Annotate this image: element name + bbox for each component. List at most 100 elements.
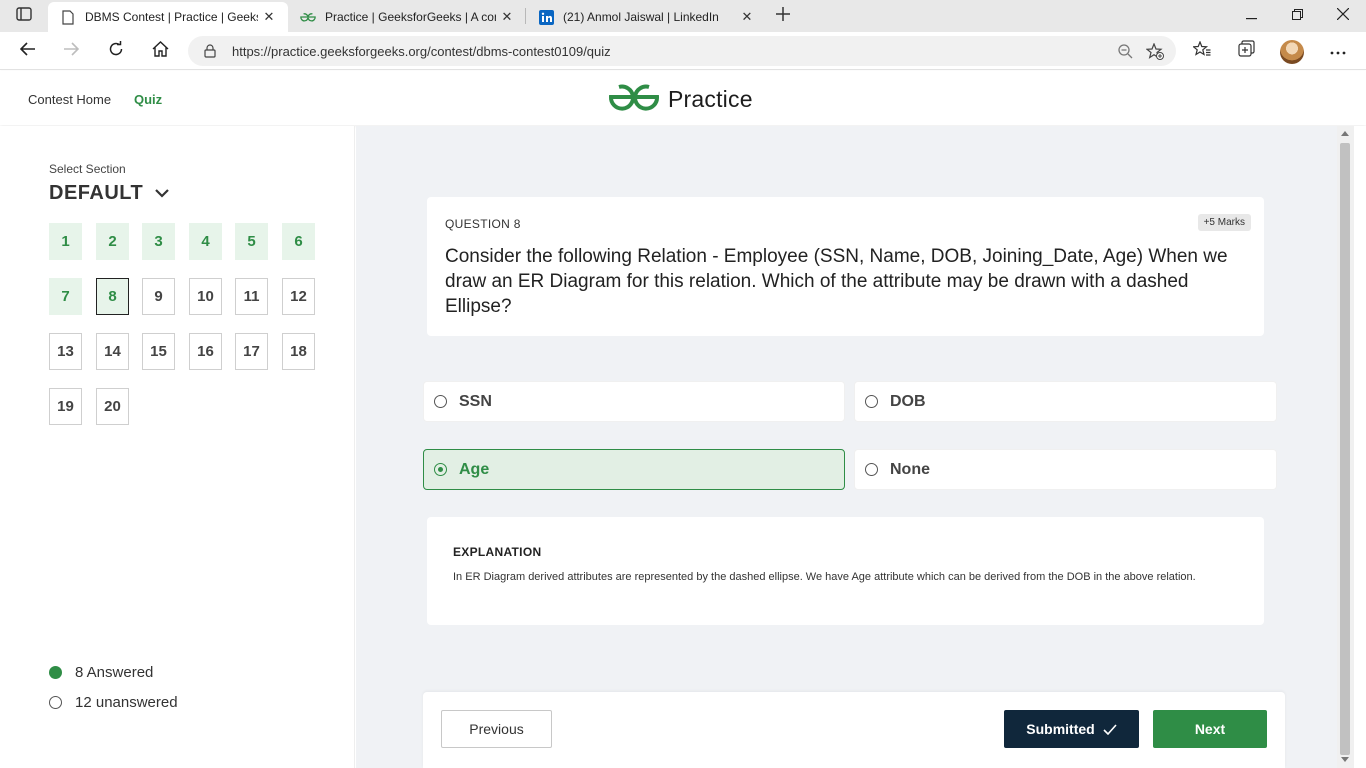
question-button-8[interactable]: 8 (96, 278, 129, 315)
collections-icon (1237, 40, 1255, 62)
option-ssn[interactable]: SSN (423, 381, 845, 422)
refresh-icon (108, 40, 124, 62)
unanswered-dot-icon (49, 696, 62, 709)
chevron-down-icon (155, 189, 170, 198)
question-button-4[interactable]: 4 (189, 223, 222, 260)
forward-button[interactable] (57, 37, 85, 65)
page-edge (1354, 126, 1366, 768)
question-button-11[interactable]: 11 (235, 278, 268, 315)
tab-linkedin[interactable]: (21) Anmol Jaiswal | LinkedIn ✕ (526, 2, 766, 32)
gfg-logo-icon (608, 83, 660, 116)
option-dob[interactable]: DOB (854, 381, 1277, 422)
question-card: QUESTION 8 +5 Marks Consider the followi… (427, 197, 1264, 336)
settings-menu-button[interactable] (1324, 37, 1352, 65)
scroll-thumb[interactable] (1340, 143, 1350, 755)
close-tab-icon[interactable]: ✕ (736, 6, 758, 28)
close-icon (1336, 7, 1350, 25)
option-none[interactable]: None (854, 449, 1277, 490)
minimize-button[interactable] (1228, 0, 1274, 32)
linkedin-icon (538, 9, 554, 25)
question-button-7[interactable]: 7 (49, 278, 82, 315)
question-button-3[interactable]: 3 (142, 223, 175, 260)
question-button-20[interactable]: 20 (96, 388, 129, 425)
more-options-icon (1330, 42, 1346, 60)
tab-actions-button[interactable] (0, 0, 48, 32)
add-favorite-icon[interactable] (1140, 36, 1170, 66)
plus-icon (776, 6, 790, 26)
favorites-icon (1191, 39, 1211, 62)
question-button-9[interactable]: 9 (142, 278, 175, 315)
tab-title: (21) Anmol Jaiswal | LinkedIn (563, 10, 719, 24)
home-icon (152, 40, 169, 62)
lock-icon[interactable] (202, 43, 218, 59)
answered-legend: 8 Answered (49, 664, 153, 681)
question-sidebar: Select Section DEFAULT 1 2 3 4 5 6 7 8 9… (0, 126, 355, 768)
question-button-17[interactable]: 17 (235, 333, 268, 370)
question-button-6[interactable]: 6 (282, 223, 315, 260)
back-button[interactable] (14, 37, 42, 65)
home-button[interactable] (146, 37, 174, 65)
question-button-1[interactable]: 1 (49, 223, 82, 260)
section-selector[interactable]: DEFAULT (49, 182, 170, 205)
minimize-icon (1245, 7, 1257, 25)
brand-name: Practice (668, 86, 753, 112)
close-window-button[interactable] (1320, 0, 1366, 32)
tab-actions-icon (16, 6, 32, 26)
new-tab-button[interactable] (771, 4, 795, 28)
option-age[interactable]: Age (423, 449, 845, 490)
option-label: None (890, 460, 930, 478)
document-icon (60, 9, 76, 25)
submitted-button[interactable]: Submitted (1004, 710, 1139, 748)
radio-icon (434, 395, 447, 408)
scroll-down-icon[interactable] (1341, 757, 1349, 762)
quiz-footer: Previous Submitted Next (423, 692, 1285, 768)
radio-icon (865, 463, 878, 476)
previous-button[interactable]: Previous (441, 710, 552, 748)
question-button-14[interactable]: 14 (96, 333, 129, 370)
option-label: DOB (890, 392, 926, 410)
submitted-label: Submitted (1026, 721, 1095, 737)
question-button-13[interactable]: 13 (49, 333, 82, 370)
question-button-2[interactable]: 2 (96, 223, 129, 260)
forward-arrow-icon (63, 41, 80, 61)
site-header: Contest Home Quiz Practice (0, 71, 1366, 125)
answered-dot-icon (49, 666, 62, 679)
question-button-10[interactable]: 10 (189, 278, 222, 315)
option-label: Age (459, 460, 490, 478)
restore-button[interactable] (1274, 0, 1320, 32)
section-name: DEFAULT (49, 182, 144, 204)
radio-icon (865, 395, 878, 408)
nav-contest-home[interactable]: Contest Home (28, 92, 111, 107)
close-tab-icon[interactable]: ✕ (258, 6, 280, 28)
collections-button[interactable] (1232, 37, 1260, 65)
refresh-button[interactable] (102, 37, 130, 65)
question-button-12[interactable]: 12 (282, 278, 315, 315)
tab-title: Practice | GeeksforGeeks | A computer sc… (325, 10, 496, 24)
scroll-up-icon[interactable] (1341, 131, 1349, 136)
close-tab-icon[interactable]: ✕ (496, 6, 518, 28)
browser-address-bar: https://practice.geeksforgeeks.org/conte… (0, 32, 1366, 70)
explanation-title: EXPLANATION (453, 545, 542, 559)
tab-gfg-practice[interactable]: Practice | GeeksforGeeks | A computer sc… (288, 2, 526, 32)
tab-dbms-contest[interactable]: DBMS Contest | Practice | GeeksforGeeks … (48, 2, 288, 32)
question-number: QUESTION 8 (445, 217, 521, 231)
section-label: Select Section (49, 162, 126, 176)
tab-title: DBMS Contest | Practice | GeeksforGeeks (85, 10, 258, 24)
question-button-5[interactable]: 5 (235, 223, 268, 260)
gfg-logo[interactable]: Practice (608, 83, 753, 116)
url-text[interactable]: https://practice.geeksforgeeks.org/conte… (232, 44, 1110, 59)
next-button[interactable]: Next (1153, 710, 1267, 748)
question-button-16[interactable]: 16 (189, 333, 222, 370)
url-field[interactable]: https://practice.geeksforgeeks.org/conte… (188, 36, 1176, 66)
nav-quiz[interactable]: Quiz (134, 92, 162, 107)
main-scrollbar[interactable] (1337, 126, 1354, 768)
marks-badge: +5 Marks (1197, 214, 1251, 231)
back-arrow-icon (19, 41, 36, 61)
question-button-15[interactable]: 15 (142, 333, 175, 370)
favorites-button[interactable] (1188, 37, 1216, 65)
question-text: Consider the following Relation - Employ… (445, 246, 1228, 317)
question-button-18[interactable]: 18 (282, 333, 315, 370)
question-button-19[interactable]: 19 (49, 388, 82, 425)
zoom-icon[interactable] (1110, 36, 1140, 66)
profile-avatar[interactable] (1280, 40, 1304, 64)
